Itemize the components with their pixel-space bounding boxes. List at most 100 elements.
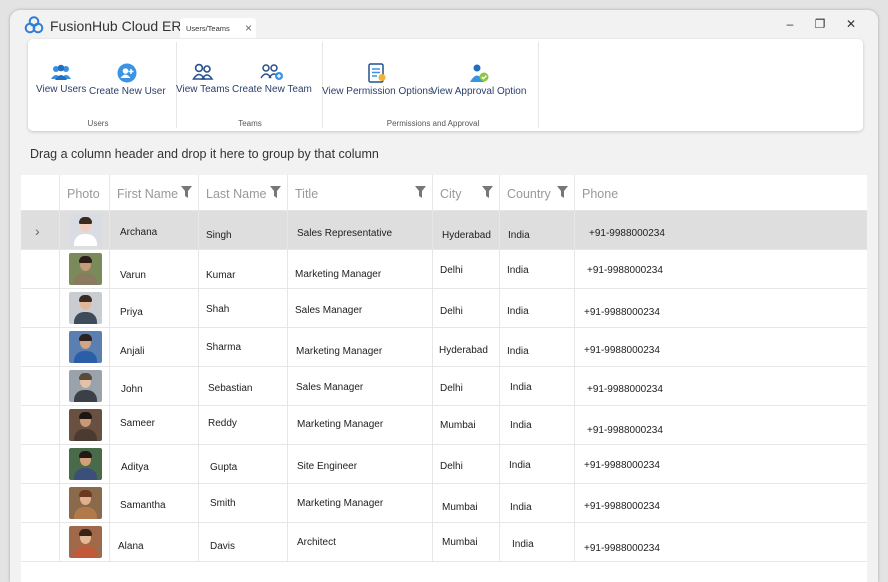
first-name-cell[interactable]: Samantha: [109, 484, 198, 523]
title-cell[interactable]: Sales Representative: [287, 211, 432, 250]
create-new-team-button[interactable]: Create New Team: [232, 63, 312, 95]
row-expander-cell[interactable]: [21, 406, 59, 445]
row-expander-cell[interactable]: [21, 328, 59, 367]
country-cell[interactable]: India: [499, 445, 574, 484]
last-name-cell[interactable]: Kumar: [198, 250, 287, 289]
phone-cell[interactable]: +91-9988000234: [574, 406, 867, 445]
first-name-cell[interactable]: Priya: [109, 289, 198, 328]
first-name-cell[interactable]: Anjali: [109, 328, 198, 367]
last-name-cell[interactable]: Reddy: [198, 406, 287, 445]
chevron-right-icon[interactable]: ›: [35, 223, 40, 239]
minimize-button[interactable]: –: [782, 16, 798, 32]
last-name-cell[interactable]: Singh: [198, 211, 287, 250]
title-cell[interactable]: Marketing Manager: [287, 484, 432, 523]
column-header-title[interactable]: Title: [287, 175, 432, 211]
first-name-cell[interactable]: Varun: [109, 250, 198, 289]
column-header-first-name[interactable]: First Name: [109, 175, 198, 211]
filter-icon[interactable]: [181, 186, 192, 198]
city-cell[interactable]: Mumbai: [432, 523, 499, 562]
table-row[interactable]: › Archana Singh Sales Representative Hyderab…: [21, 211, 867, 250]
table-row[interactable]: Priya Shah Sales Manager Delhi India +91-9988…: [21, 289, 867, 328]
country-cell[interactable]: India: [499, 523, 574, 562]
phone-cell[interactable]: +91-9988000234: [574, 445, 867, 484]
row-expander-cell[interactable]: [21, 250, 59, 289]
first-name-cell[interactable]: John: [109, 367, 198, 406]
table-row[interactable]: Sameer Reddy Marketing Manager Mumbai India +…: [21, 406, 867, 445]
title-cell[interactable]: Marketing Manager: [287, 328, 432, 367]
last-name-cell[interactable]: Sebastian: [198, 367, 287, 406]
row-expander-cell[interactable]: [21, 523, 59, 562]
column-header-last-name[interactable]: Last Name: [198, 175, 287, 211]
tab-users-teams[interactable]: Users/Teams ×: [180, 18, 256, 38]
tab-close-icon[interactable]: ×: [245, 22, 252, 34]
city-cell[interactable]: Delhi: [432, 250, 499, 289]
last-name-cell[interactable]: Gupta: [198, 445, 287, 484]
create-new-user-button[interactable]: Create New User: [89, 63, 166, 97]
country-cell[interactable]: India: [499, 367, 574, 406]
filter-icon[interactable]: [557, 186, 568, 198]
phone-cell[interactable]: +91-9988000234: [574, 484, 867, 523]
city-cell[interactable]: Hyderabad: [432, 211, 499, 250]
country-cell[interactable]: India: [499, 250, 574, 289]
city-cell[interactable]: Hyderabad: [432, 328, 499, 367]
row-expander-cell[interactable]: [21, 445, 59, 484]
phone-cell[interactable]: +91-9988000234: [574, 523, 867, 562]
row-expander-cell[interactable]: ›: [21, 211, 59, 250]
view-teams-button[interactable]: View Teams: [176, 63, 230, 95]
last-name-cell[interactable]: Davis: [198, 523, 287, 562]
first-name-cell[interactable]: Alana: [109, 523, 198, 562]
column-header-photo[interactable]: Photo: [59, 175, 109, 211]
restore-button[interactable]: ❐: [812, 16, 828, 32]
view-approval-option-button[interactable]: View Approval Option: [431, 63, 526, 97]
city-cell[interactable]: Delhi: [432, 367, 499, 406]
table-row[interactable]: Varun Kumar Marketing Manager Delhi India +91…: [21, 250, 867, 289]
last-name-cell[interactable]: Shah: [198, 289, 287, 328]
column-header-country[interactable]: Country: [499, 175, 574, 211]
title-cell[interactable]: Site Engineer: [287, 445, 432, 484]
row-expander-cell[interactable]: [21, 484, 59, 523]
view-users-button[interactable]: View Users: [36, 63, 86, 95]
city-cell[interactable]: Mumbai: [432, 406, 499, 445]
country-cell[interactable]: India: [499, 289, 574, 328]
phone-cell[interactable]: +91-9988000234: [574, 367, 867, 406]
filter-icon[interactable]: [270, 186, 281, 198]
table-row[interactable]: Samantha Smith Marketing Manager Mumbai Indi…: [21, 484, 867, 523]
phone: +91-9988000234: [584, 543, 660, 554]
filter-icon[interactable]: [415, 186, 426, 198]
city-cell[interactable]: Delhi: [432, 289, 499, 328]
column-header-city[interactable]: City: [432, 175, 499, 211]
column-header-label: City: [440, 187, 462, 201]
group-by-drop-area[interactable]: Drag a column header and drop it here to…: [30, 147, 379, 161]
title-cell[interactable]: Architect: [287, 523, 432, 562]
last-name-cell[interactable]: Smith: [198, 484, 287, 523]
first-name-cell[interactable]: Archana: [109, 211, 198, 250]
title-cell[interactable]: Sales Manager: [287, 289, 432, 328]
row-expander-cell[interactable]: [21, 289, 59, 328]
title-cell[interactable]: Marketing Manager: [287, 406, 432, 445]
view-permission-options-button[interactable]: View Permission Options: [322, 63, 433, 97]
phone-cell[interactable]: +91-9988000234: [574, 211, 867, 250]
country-cell[interactable]: India: [499, 484, 574, 523]
phone-cell[interactable]: +91-9988000234: [574, 289, 867, 328]
city-cell[interactable]: Delhi: [432, 445, 499, 484]
country-cell[interactable]: India: [499, 328, 574, 367]
column-header-phone[interactable]: Phone: [574, 175, 867, 211]
country-cell[interactable]: India: [499, 211, 574, 250]
column-header-label: First Name: [117, 187, 179, 201]
table-row[interactable]: Anjali Sharma Marketing Manager Hyderabad In…: [21, 328, 867, 367]
table-row[interactable]: John Sebastian Sales Manager Delhi India +91-…: [21, 367, 867, 406]
row-expander-cell[interactable]: [21, 367, 59, 406]
close-button[interactable]: ✕: [843, 16, 859, 32]
phone-cell[interactable]: +91-9988000234: [574, 250, 867, 289]
country-cell[interactable]: India: [499, 406, 574, 445]
table-row[interactable]: Aditya Gupta Site Engineer Delhi India +91-99…: [21, 445, 867, 484]
filter-icon[interactable]: [482, 186, 493, 198]
phone-cell[interactable]: +91-9988000234: [574, 328, 867, 367]
title-cell[interactable]: Marketing Manager: [287, 250, 432, 289]
title-cell[interactable]: Sales Manager: [287, 367, 432, 406]
first-name-cell[interactable]: Sameer: [109, 406, 198, 445]
table-row[interactable]: Alana Davis Architect Mumbai India +91-998800…: [21, 523, 867, 562]
city-cell[interactable]: Mumbai: [432, 484, 499, 523]
last-name-cell[interactable]: Sharma: [198, 328, 287, 367]
first-name-cell[interactable]: Aditya: [109, 445, 198, 484]
